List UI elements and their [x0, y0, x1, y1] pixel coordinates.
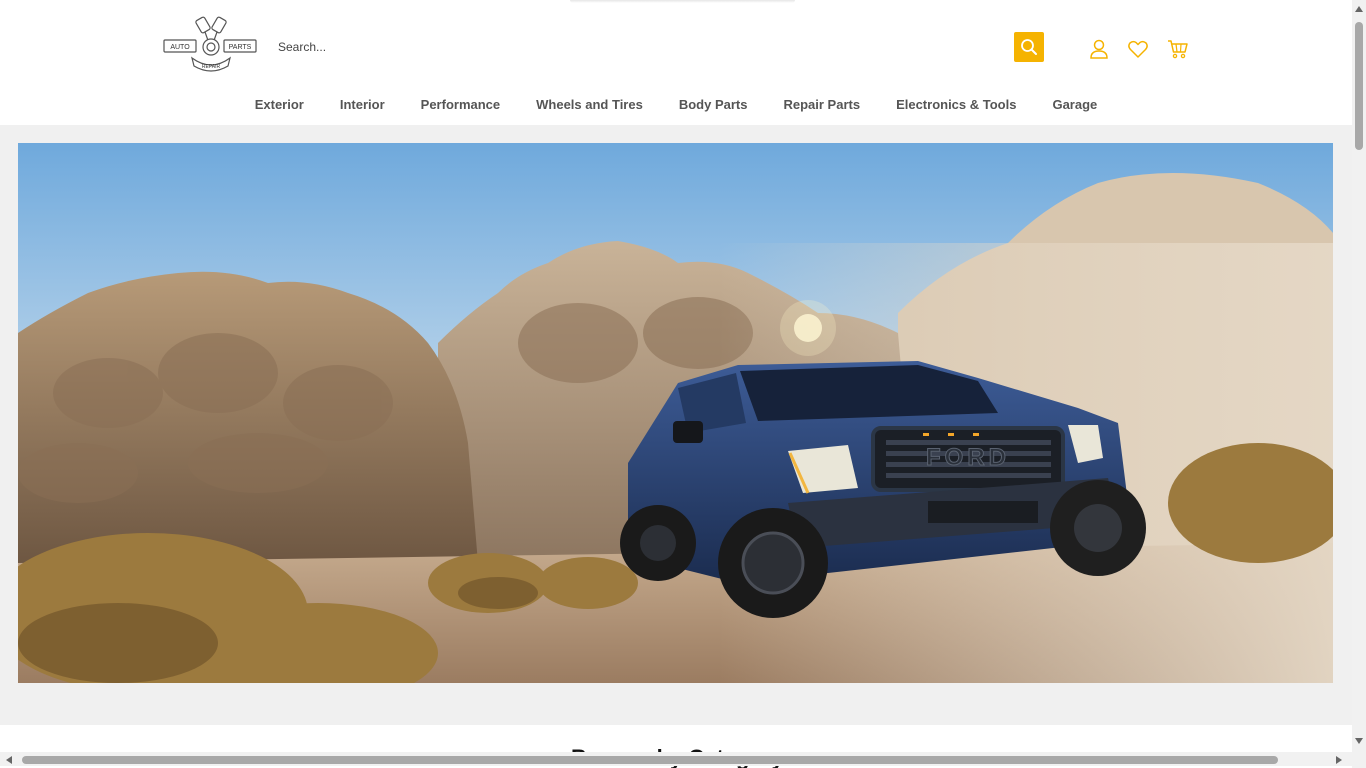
- logo-text-bottom: REPAIR: [202, 64, 221, 70]
- logo-text-left: AUTO: [170, 44, 190, 51]
- heart-icon: [1128, 40, 1148, 58]
- vertical-scroll-thumb[interactable]: [1355, 22, 1363, 150]
- horizontal-scroll-thumb[interactable]: [22, 756, 1278, 764]
- cart-button[interactable]: [1166, 37, 1190, 61]
- search-icon: [1021, 39, 1037, 55]
- search-button[interactable]: [1014, 32, 1044, 62]
- nav-item-garage[interactable]: Garage: [1034, 92, 1115, 120]
- site-logo[interactable]: AUTO PARTS REPAIR: [162, 16, 258, 74]
- scroll-right-icon[interactable]: [1336, 756, 1342, 764]
- nav-item-repair-parts[interactable]: Repair Parts: [765, 92, 878, 120]
- scroll-up-icon[interactable]: [1355, 6, 1363, 12]
- vertical-scrollbar[interactable]: [1352, 0, 1366, 768]
- account-button[interactable]: [1087, 37, 1111, 61]
- nav-item-electronics-tools[interactable]: Electronics & Tools: [878, 92, 1034, 120]
- scroll-left-icon[interactable]: [6, 756, 12, 764]
- site-header: AUTO PARTS REPAIR Search... Exterior Int…: [0, 0, 1352, 125]
- search-bar: [270, 30, 1046, 64]
- scroll-down-icon[interactable]: [1355, 738, 1363, 744]
- logo-text-right: PARTS: [229, 44, 252, 51]
- nav-item-body-parts[interactable]: Body Parts: [661, 92, 766, 120]
- nav-item-interior[interactable]: Interior: [322, 92, 403, 120]
- nav-item-wheels-and-tires[interactable]: Wheels and Tires: [518, 92, 661, 120]
- nav-item-performance[interactable]: Performance: [403, 92, 518, 120]
- header-shadow: [570, 0, 795, 3]
- grille-text: FORD: [926, 444, 1010, 471]
- nav-item-exterior[interactable]: Exterior: [237, 92, 322, 120]
- user-icon: [1090, 39, 1108, 59]
- search-input[interactable]: [270, 30, 1010, 64]
- hero-banner[interactable]: FORD: [18, 143, 1333, 683]
- horizontal-scrollbar[interactable]: [0, 752, 1352, 766]
- main-nav: Exterior Interior Performance Wheels and…: [0, 92, 1352, 120]
- wishlist-button[interactable]: [1126, 37, 1150, 61]
- cart-icon: [1168, 40, 1188, 59]
- page: AUTO PARTS REPAIR Search... Exterior Int…: [0, 0, 1366, 768]
